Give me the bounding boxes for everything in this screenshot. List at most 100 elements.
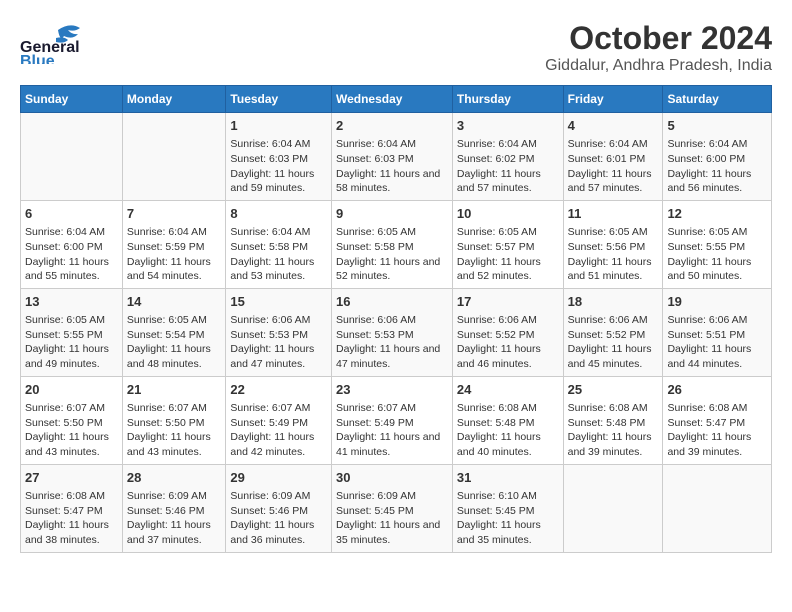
- day-info: Sunrise: 6:05 AM Sunset: 5:55 PM Dayligh…: [667, 225, 767, 284]
- calendar-cell: 13 Sunrise: 6:05 AM Sunset: 5:55 PM Dayli…: [21, 288, 123, 376]
- day-number: 2: [336, 117, 448, 135]
- week-row-2: 13 Sunrise: 6:05 AM Sunset: 5:55 PM Dayli…: [21, 288, 772, 376]
- calendar-cell: 12 Sunrise: 6:05 AM Sunset: 5:55 PM Dayli…: [663, 200, 772, 288]
- page-subtitle: Giddalur, Andhra Pradesh, India: [545, 57, 772, 75]
- day-info: Sunrise: 6:07 AM Sunset: 5:49 PM Dayligh…: [230, 401, 327, 460]
- header-friday: Friday: [563, 86, 663, 113]
- logo-svg: General Blue: [20, 20, 110, 64]
- day-info: Sunrise: 6:05 AM Sunset: 5:57 PM Dayligh…: [457, 225, 559, 284]
- week-row-4: 27 Sunrise: 6:08 AM Sunset: 5:47 PM Dayli…: [21, 464, 772, 552]
- calendar-cell: 20Sunrise: 6:07 AM Sunset: 5:50 PM Dayli…: [21, 376, 123, 464]
- day-number: 5: [667, 117, 767, 135]
- calendar-cell: 22 Sunrise: 6:07 AM Sunset: 5:49 PM Dayli…: [226, 376, 332, 464]
- day-number: 28: [127, 469, 222, 487]
- calendar-cell: 14Sunrise: 6:05 AM Sunset: 5:54 PM Dayli…: [122, 288, 226, 376]
- day-number: 13: [25, 293, 118, 311]
- calendar-cell: 10 Sunrise: 6:05 AM Sunset: 5:57 PM Dayli…: [452, 200, 563, 288]
- page-header: General Blue October 2024 Giddalur, Andh…: [20, 20, 772, 75]
- header-thursday: Thursday: [452, 86, 563, 113]
- day-number: 30: [336, 469, 448, 487]
- day-info: Sunrise: 6:09 AM Sunset: 5:46 PM Dayligh…: [230, 489, 327, 548]
- day-info: Sunrise: 6:06 AM Sunset: 5:53 PM Dayligh…: [230, 313, 327, 372]
- calendar-cell: 4 Sunrise: 6:04 AM Sunset: 6:01 PM Daylig…: [563, 113, 663, 201]
- calendar-cell: 17Sunrise: 6:06 AM Sunset: 5:52 PM Dayli…: [452, 288, 563, 376]
- calendar-cell: 24Sunrise: 6:08 AM Sunset: 5:48 PM Dayli…: [452, 376, 563, 464]
- day-number: 29: [230, 469, 327, 487]
- logo: General Blue: [20, 20, 110, 64]
- day-info: Sunrise: 6:05 AM Sunset: 5:55 PM Dayligh…: [25, 313, 118, 372]
- calendar-cell: 11 Sunrise: 6:05 AM Sunset: 5:56 PM Dayli…: [563, 200, 663, 288]
- calendar-cell: 6 Sunrise: 6:04 AM Sunset: 6:00 PM Daylig…: [21, 200, 123, 288]
- day-number: 20: [25, 381, 118, 399]
- day-number: 6: [25, 205, 118, 223]
- svg-text:Blue: Blue: [20, 53, 55, 64]
- header-saturday: Saturday: [663, 86, 772, 113]
- calendar-cell: 8Sunrise: 6:04 AM Sunset: 5:58 PM Daylig…: [226, 200, 332, 288]
- day-info: Sunrise: 6:04 AM Sunset: 6:01 PM Dayligh…: [568, 137, 659, 196]
- calendar-cell: 26 Sunrise: 6:08 AM Sunset: 5:47 PM Dayli…: [663, 376, 772, 464]
- day-info: Sunrise: 6:05 AM Sunset: 5:56 PM Dayligh…: [568, 225, 659, 284]
- header-sunday: Sunday: [21, 86, 123, 113]
- calendar-cell: [21, 113, 123, 201]
- day-number: 25: [568, 381, 659, 399]
- calendar-cell: 27 Sunrise: 6:08 AM Sunset: 5:47 PM Dayli…: [21, 464, 123, 552]
- calendar-cell: 25Sunrise: 6:08 AM Sunset: 5:48 PM Dayli…: [563, 376, 663, 464]
- day-info: Sunrise: 6:04 AM Sunset: 5:59 PM Dayligh…: [127, 225, 222, 284]
- calendar-cell: 15 Sunrise: 6:06 AM Sunset: 5:53 PM Dayli…: [226, 288, 332, 376]
- day-number: 4: [568, 117, 659, 135]
- calendar-cell: 3 Sunrise: 6:04 AM Sunset: 6:02 PM Daylig…: [452, 113, 563, 201]
- calendar-cell: [663, 464, 772, 552]
- day-number: 11: [568, 205, 659, 223]
- day-number: 16: [336, 293, 448, 311]
- calendar-cell: 29 Sunrise: 6:09 AM Sunset: 5:46 PM Dayli…: [226, 464, 332, 552]
- day-number: 10: [457, 205, 559, 223]
- day-info: Sunrise: 6:06 AM Sunset: 5:51 PM Dayligh…: [667, 313, 767, 372]
- calendar-cell: 23Sunrise: 6:07 AM Sunset: 5:49 PM Dayli…: [331, 376, 452, 464]
- day-info: Sunrise: 6:05 AM Sunset: 5:54 PM Dayligh…: [127, 313, 222, 372]
- calendar-cell: 7 Sunrise: 6:04 AM Sunset: 5:59 PM Daylig…: [122, 200, 226, 288]
- day-info: Sunrise: 6:04 AM Sunset: 6:03 PM Dayligh…: [230, 137, 327, 196]
- header-monday: Monday: [122, 86, 226, 113]
- calendar-cell: 18 Sunrise: 6:06 AM Sunset: 5:52 PM Dayli…: [563, 288, 663, 376]
- day-info: Sunrise: 6:10 AM Sunset: 5:45 PM Dayligh…: [457, 489, 559, 548]
- day-number: 8: [230, 205, 327, 223]
- calendar-cell: 9 Sunrise: 6:05 AM Sunset: 5:58 PM Daylig…: [331, 200, 452, 288]
- day-info: Sunrise: 6:06 AM Sunset: 5:52 PM Dayligh…: [457, 313, 559, 372]
- day-number: 12: [667, 205, 767, 223]
- day-number: 26: [667, 381, 767, 399]
- day-info: Sunrise: 6:04 AM Sunset: 6:03 PM Dayligh…: [336, 137, 448, 196]
- day-number: 3: [457, 117, 559, 135]
- calendar-cell: 1Sunrise: 6:04 AM Sunset: 6:03 PM Daylig…: [226, 113, 332, 201]
- day-number: 9: [336, 205, 448, 223]
- day-number: 7: [127, 205, 222, 223]
- day-info: Sunrise: 6:06 AM Sunset: 5:53 PM Dayligh…: [336, 313, 448, 372]
- calendar-cell: 21Sunrise: 6:07 AM Sunset: 5:50 PM Dayli…: [122, 376, 226, 464]
- day-info: Sunrise: 6:04 AM Sunset: 6:00 PM Dayligh…: [25, 225, 118, 284]
- day-info: Sunrise: 6:05 AM Sunset: 5:58 PM Dayligh…: [336, 225, 448, 284]
- day-number: 27: [25, 469, 118, 487]
- week-row-0: 1Sunrise: 6:04 AM Sunset: 6:03 PM Daylig…: [21, 113, 772, 201]
- day-info: Sunrise: 6:08 AM Sunset: 5:47 PM Dayligh…: [667, 401, 767, 460]
- calendar-table: SundayMondayTuesdayWednesdayThursdayFrid…: [20, 85, 772, 553]
- day-info: Sunrise: 6:06 AM Sunset: 5:52 PM Dayligh…: [568, 313, 659, 372]
- week-row-1: 6 Sunrise: 6:04 AM Sunset: 6:00 PM Daylig…: [21, 200, 772, 288]
- day-info: Sunrise: 6:09 AM Sunset: 5:46 PM Dayligh…: [127, 489, 222, 548]
- week-row-3: 20Sunrise: 6:07 AM Sunset: 5:50 PM Dayli…: [21, 376, 772, 464]
- calendar-cell: 30Sunrise: 6:09 AM Sunset: 5:45 PM Dayli…: [331, 464, 452, 552]
- day-number: 23: [336, 381, 448, 399]
- day-number: 15: [230, 293, 327, 311]
- day-info: Sunrise: 6:04 AM Sunset: 6:00 PM Dayligh…: [667, 137, 767, 196]
- calendar-cell: [563, 464, 663, 552]
- header-wednesday: Wednesday: [331, 86, 452, 113]
- day-number: 18: [568, 293, 659, 311]
- calendar-cell: 2 Sunrise: 6:04 AM Sunset: 6:03 PM Daylig…: [331, 113, 452, 201]
- day-info: Sunrise: 6:08 AM Sunset: 5:47 PM Dayligh…: [25, 489, 118, 548]
- day-number: 21: [127, 381, 222, 399]
- calendar-cell: [122, 113, 226, 201]
- day-number: 22: [230, 381, 327, 399]
- day-info: Sunrise: 6:04 AM Sunset: 6:02 PM Dayligh…: [457, 137, 559, 196]
- page-title: October 2024: [545, 20, 772, 57]
- header-tuesday: Tuesday: [226, 86, 332, 113]
- calendar-cell: 19 Sunrise: 6:06 AM Sunset: 5:51 PM Dayli…: [663, 288, 772, 376]
- day-number: 19: [667, 293, 767, 311]
